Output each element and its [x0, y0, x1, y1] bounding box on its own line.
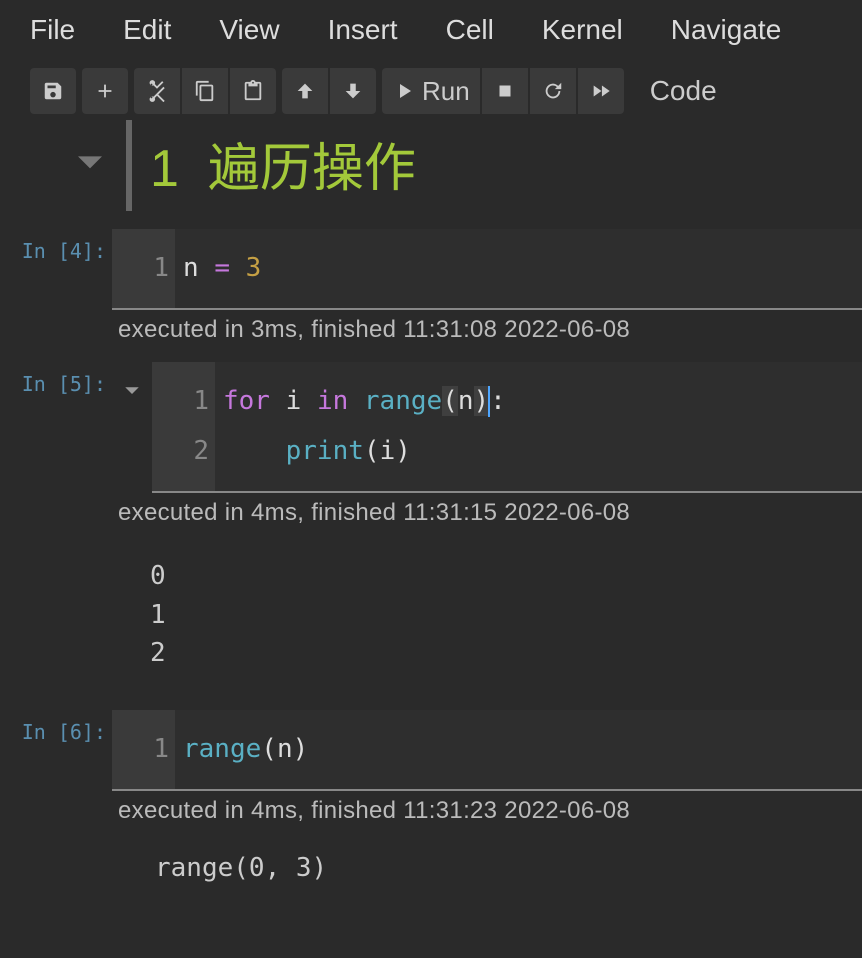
add-cell-button[interactable] [82, 68, 128, 114]
line-gutter: 1 [112, 710, 175, 789]
save-button[interactable] [30, 68, 76, 114]
code-editor[interactable]: for i in range(n): print(i) [215, 362, 862, 491]
heading-text: 1 遍历操作 [150, 120, 416, 211]
heading-cell[interactable]: 1 遍历操作 [0, 120, 862, 211]
toolbar: Run Code [0, 60, 862, 124]
line-gutter: 1 [112, 229, 175, 308]
menubar: File Edit View Insert Cell Kernel Naviga… [0, 0, 862, 60]
stop-icon [494, 80, 516, 102]
menu-edit[interactable]: Edit [123, 14, 171, 46]
cell-type-select[interactable]: Code [636, 75, 731, 107]
menu-view[interactable]: View [219, 14, 279, 46]
scissors-icon [146, 80, 168, 102]
run-button[interactable]: Run [382, 68, 480, 114]
code-cell[interactable]: In [4]:1n = 3executed in 3ms, finished 1… [0, 229, 862, 344]
code-editor[interactable]: n = 3 [175, 229, 862, 308]
input-prompt: In [6]: [0, 710, 112, 791]
move-up-button[interactable] [282, 68, 328, 114]
restart-button[interactable] [530, 68, 576, 114]
fold-button[interactable] [112, 362, 152, 493]
code-cell[interactable]: In [6]:1range(n)executed in 4ms, finishe… [0, 710, 862, 887]
chevron-down-icon [123, 384, 141, 398]
execution-info: executed in 4ms, finished 11:31:23 2022-… [0, 791, 862, 825]
code-cell[interactable]: In [5]: 1 2for i in range(n): print(i)exe… [0, 362, 862, 693]
cut-button[interactable] [134, 68, 180, 114]
collapse-heading-button[interactable] [74, 151, 106, 180]
execution-info: executed in 3ms, finished 11:31:08 2022-… [0, 310, 862, 344]
fast-forward-icon [590, 80, 612, 102]
input-prompt: In [5]: [0, 362, 112, 493]
copy-button[interactable] [182, 68, 228, 114]
run-label: Run [422, 76, 470, 107]
execution-info: executed in 4ms, finished 11:31:15 2022-… [0, 493, 862, 527]
plus-icon [94, 80, 116, 102]
cell-output: 0 1 2 [0, 527, 862, 692]
copy-icon [194, 80, 216, 102]
chevron-down-icon [74, 151, 106, 175]
play-icon [392, 79, 416, 103]
menu-cell[interactable]: Cell [446, 14, 494, 46]
heading-divider [126, 120, 132, 211]
cell-output: range(0, 3) [0, 825, 862, 887]
menu-insert[interactable]: Insert [328, 14, 398, 46]
input-prompt: In [4]: [0, 229, 112, 310]
paste-icon [242, 80, 264, 102]
move-down-button[interactable] [330, 68, 376, 114]
paste-button[interactable] [230, 68, 276, 114]
arrow-down-icon [342, 80, 364, 102]
arrow-up-icon [294, 80, 316, 102]
interrupt-button[interactable] [482, 68, 528, 114]
restart-run-all-button[interactable] [578, 68, 624, 114]
menu-kernel[interactable]: Kernel [542, 14, 623, 46]
menu-file[interactable]: File [30, 14, 75, 46]
code-editor[interactable]: range(n) [175, 710, 862, 789]
line-gutter: 1 2 [152, 362, 215, 491]
save-icon [42, 80, 64, 102]
refresh-icon [542, 80, 564, 102]
menu-navigate[interactable]: Navigate [671, 14, 782, 46]
